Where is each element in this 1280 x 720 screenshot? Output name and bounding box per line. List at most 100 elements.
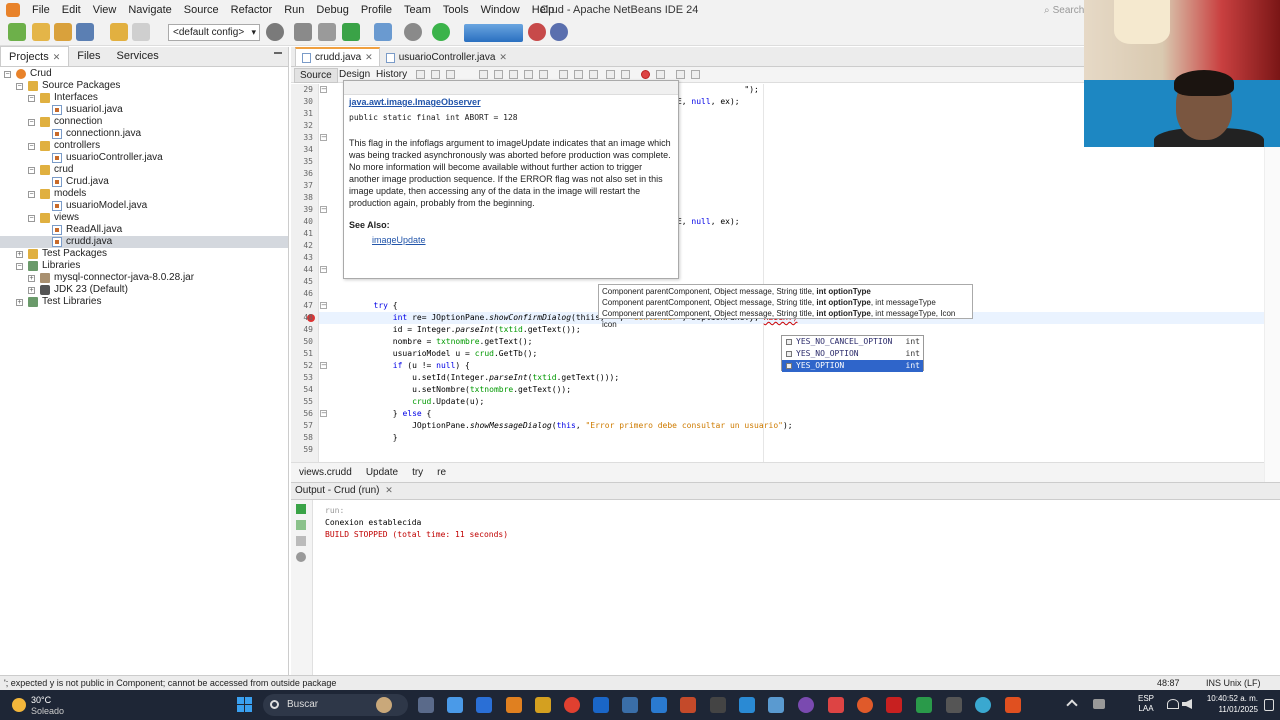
- start-macro-icon[interactable]: [641, 70, 650, 79]
- cloud-icon[interactable]: [1093, 699, 1105, 709]
- parameter-hint-line[interactable]: Component parentComponent, Object messag…: [602, 297, 969, 308]
- menu-team[interactable]: Team: [398, 4, 437, 16]
- menu-source[interactable]: Source: [178, 4, 225, 16]
- clean-build-icon[interactable]: [318, 23, 336, 41]
- collapse-icon[interactable]: −: [28, 167, 35, 174]
- tree-node[interactable]: − crud: [0, 164, 288, 176]
- rerun-icon[interactable]: [296, 504, 306, 514]
- fold-icon[interactable]: −: [320, 302, 327, 309]
- weather-widget[interactable]: 30°C Soleado: [12, 695, 92, 717]
- app-icon[interactable]: [946, 697, 962, 713]
- fold-icon[interactable]: −: [320, 86, 327, 93]
- stop-macro-icon[interactable]: [656, 70, 665, 79]
- store-icon[interactable]: [476, 697, 492, 713]
- breadcrumb-class[interactable]: views.crudd: [299, 467, 352, 478]
- collapse-icon[interactable]: −: [28, 95, 35, 102]
- tree-node[interactable]: + Test Libraries: [0, 296, 288, 308]
- brave-icon[interactable]: [506, 697, 522, 713]
- breadcrumb-method[interactable]: Update: [366, 467, 398, 478]
- rerun-with-params-icon[interactable]: [296, 520, 306, 530]
- mode-source[interactable]: Source: [294, 68, 338, 83]
- breadcrumb-var[interactable]: re: [437, 467, 446, 478]
- build-hammer-icon[interactable]: [294, 23, 312, 41]
- memory-meter[interactable]: [464, 24, 523, 42]
- prev-bookmark-icon[interactable]: [559, 70, 568, 79]
- collapse-icon[interactable]: −: [28, 191, 35, 198]
- close-icon[interactable]: ✕: [385, 485, 393, 495]
- tab-crudd-java[interactable]: crudd.java ✕: [295, 47, 380, 66]
- collapse-icon[interactable]: −: [16, 263, 23, 270]
- last-edit-icon[interactable]: [416, 70, 425, 79]
- tree-node[interactable]: usuarioController.java: [0, 152, 288, 164]
- dev-tool-icon[interactable]: [593, 697, 609, 713]
- zoom-icon[interactable]: [798, 697, 814, 713]
- pdf-icon[interactable]: [886, 697, 902, 713]
- javadoc-see-also-link[interactable]: imageUpdate: [372, 235, 426, 245]
- tree-node[interactable]: − Interfaces: [0, 92, 288, 104]
- profiler-snapshot-icon[interactable]: [550, 23, 568, 41]
- menu-file[interactable]: File: [26, 4, 56, 16]
- collapse-icon[interactable]: −: [28, 119, 35, 126]
- task-view-icon[interactable]: [418, 697, 434, 713]
- tree-node[interactable]: + JDK 23 (Default): [0, 284, 288, 296]
- expand-icon[interactable]: +: [16, 299, 23, 306]
- menu-debug[interactable]: Debug: [310, 4, 354, 16]
- config-select[interactable]: <default config>: [168, 24, 260, 41]
- menu-navigate[interactable]: Navigate: [122, 4, 177, 16]
- ide-search-box[interactable]: ⌕ Search: [1044, 2, 1084, 18]
- apply-changes-icon[interactable]: [432, 23, 450, 41]
- open-project-icon[interactable]: [54, 23, 72, 41]
- javadoc-class-link[interactable]: java.awt.image.ImageObserver: [349, 97, 481, 107]
- tree-node[interactable]: ReadAll.java: [0, 224, 288, 236]
- profile-icon[interactable]: [404, 23, 422, 41]
- tab-files[interactable]: Files: [69, 46, 108, 66]
- settings-gear-icon[interactable]: [975, 697, 991, 713]
- brave-beta-icon[interactable]: [1005, 697, 1021, 713]
- tree-node[interactable]: − views: [0, 212, 288, 224]
- tree-node[interactable]: − controllers: [0, 140, 288, 152]
- tree-node[interactable]: − connection: [0, 116, 288, 128]
- paint-icon[interactable]: [857, 697, 873, 713]
- collapse-icon[interactable]: −: [28, 143, 35, 150]
- fold-icon[interactable]: −: [320, 362, 327, 369]
- tray-chevron-icon[interactable]: [1066, 699, 1078, 711]
- file-explorer-icon[interactable]: [535, 697, 551, 713]
- toggle-rect-select-icon[interactable]: [539, 70, 548, 79]
- menu-profile[interactable]: Profile: [355, 4, 398, 16]
- fold-icon[interactable]: −: [320, 134, 327, 141]
- expand-icon[interactable]: +: [16, 251, 23, 258]
- close-icon[interactable]: ✕: [365, 52, 373, 63]
- tree-node[interactable]: − models: [0, 188, 288, 200]
- completion-item[interactable]: YES_NO_CANCEL_OPTION int: [782, 336, 923, 348]
- snipping-icon[interactable]: [768, 697, 784, 713]
- output-tab[interactable]: Output - Crud (run) ✕: [291, 483, 1280, 500]
- menu-edit[interactable]: Edit: [56, 4, 87, 16]
- tree-node[interactable]: Crud.java: [0, 176, 288, 188]
- fold-icon[interactable]: −: [320, 206, 327, 213]
- menu-window[interactable]: Window: [475, 4, 526, 16]
- clock[interactable]: 10:40:52 a. m. 11/01/2025: [1198, 693, 1258, 715]
- fold-icon[interactable]: −: [320, 410, 327, 417]
- notification-icon[interactable]: [1264, 699, 1274, 711]
- tab-usuariocontroller-java[interactable]: usuarioController.java ✕: [380, 47, 513, 66]
- tree-node[interactable]: usuarioModel.java: [0, 200, 288, 212]
- toggle-highlight-icon[interactable]: [524, 70, 533, 79]
- language-indicator[interactable]: ESP LAA: [1138, 694, 1154, 714]
- collapse-icon[interactable]: −: [4, 71, 11, 78]
- breadcrumb-try[interactable]: try: [412, 467, 423, 478]
- menu-tools[interactable]: Tools: [437, 4, 475, 16]
- tab-services[interactable]: Services: [109, 46, 167, 66]
- completion-item[interactable]: YES_OPTION int: [782, 360, 923, 372]
- find-icon[interactable]: [479, 70, 488, 79]
- new-file-icon[interactable]: [8, 23, 26, 41]
- save-all-icon[interactable]: [76, 23, 94, 41]
- find-next-icon[interactable]: [509, 70, 518, 79]
- find-prev-icon[interactable]: [494, 70, 503, 79]
- toggle-bookmark-icon[interactable]: [589, 70, 598, 79]
- tab-projects[interactable]: Projects ✕: [0, 46, 70, 66]
- tree-node[interactable]: − Source Packages: [0, 80, 288, 92]
- undo-icon[interactable]: [110, 23, 128, 41]
- forward-icon[interactable]: [446, 70, 455, 79]
- netbeans-taskbar-icon[interactable]: [622, 697, 638, 713]
- wifi-icon[interactable]: [1167, 699, 1179, 709]
